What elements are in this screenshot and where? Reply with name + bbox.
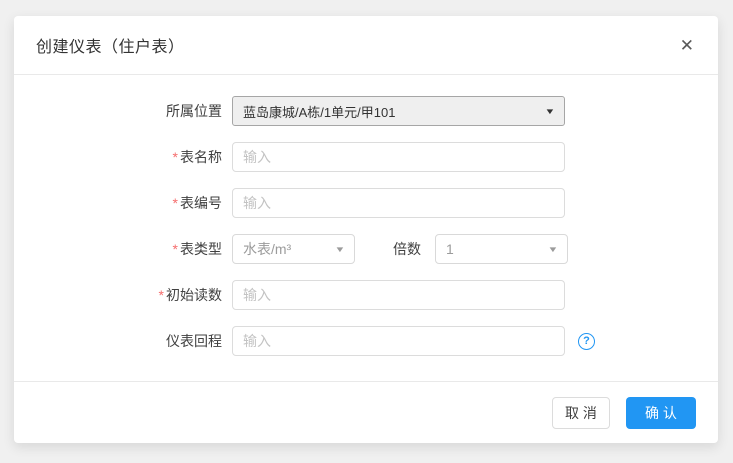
chevron-down-icon: ▼ (544, 107, 555, 116)
initial-reading-label: 初始读数 (166, 287, 222, 303)
form-row-meter-type: *表类型 水表/m³ ▼ 倍数 1 ▼ (14, 234, 718, 264)
meter-type-select-value: 水表/m³ (243, 239, 291, 259)
meter-name-label: 表名称 (180, 149, 222, 165)
required-mark: * (173, 149, 178, 165)
multiplier-select-value: 1 (446, 241, 454, 257)
create-meter-dialog: 创建仪表（住户表） ✕ 所属位置 蓝岛康城/A栋/1单元/甲101 ▼ *表名称 (14, 16, 718, 443)
required-mark: * (173, 195, 178, 211)
meter-name-input[interactable] (232, 142, 565, 172)
meter-return-input[interactable] (232, 326, 565, 356)
required-mark: * (159, 287, 164, 303)
form-row-meter-no: *表编号 (14, 188, 718, 218)
form-row-meter-return: 仪表回程 ? (14, 326, 718, 356)
form-row-initial-reading: *初始读数 (14, 280, 718, 310)
required-mark: * (173, 241, 178, 257)
initial-reading-input[interactable] (232, 280, 565, 310)
close-icon[interactable]: ✕ (680, 37, 694, 54)
cancel-button[interactable]: 取 消 (552, 397, 610, 429)
meter-type-label: 表类型 (180, 241, 222, 257)
dialog-title: 创建仪表（住户表） (36, 33, 185, 57)
meter-no-input[interactable] (232, 188, 565, 218)
help-icon[interactable]: ? (578, 333, 595, 350)
form-row-location: 所属位置 蓝岛康城/A栋/1单元/甲101 ▼ (14, 96, 718, 126)
meter-type-select[interactable]: 水表/m³ ▼ (232, 234, 355, 264)
multiplier-label: 倍数 (393, 239, 421, 259)
location-label: 所属位置 (166, 103, 222, 119)
location-select-value: 蓝岛康城/A栋/1单元/甲101 (243, 102, 395, 121)
meter-no-label: 表编号 (180, 195, 222, 211)
page-background: { "modal": { "title": "创建仪表（住户表）" }, "ic… (0, 0, 733, 463)
dialog-footer: 取 消 确 认 (14, 381, 718, 443)
chevron-down-icon: ▼ (547, 245, 558, 254)
form-row-meter-name: *表名称 (14, 142, 718, 172)
dialog-header: 创建仪表（住户表） ✕ (14, 16, 718, 75)
multiplier-select[interactable]: 1 ▼ (435, 234, 568, 264)
meter-return-label: 仪表回程 (166, 333, 222, 349)
chevron-down-icon: ▼ (334, 245, 345, 254)
dialog-body: 所属位置 蓝岛康城/A栋/1单元/甲101 ▼ *表名称 *表编号 (14, 75, 718, 381)
confirm-button[interactable]: 确 认 (626, 397, 696, 429)
location-select[interactable]: 蓝岛康城/A栋/1单元/甲101 ▼ (232, 96, 565, 126)
